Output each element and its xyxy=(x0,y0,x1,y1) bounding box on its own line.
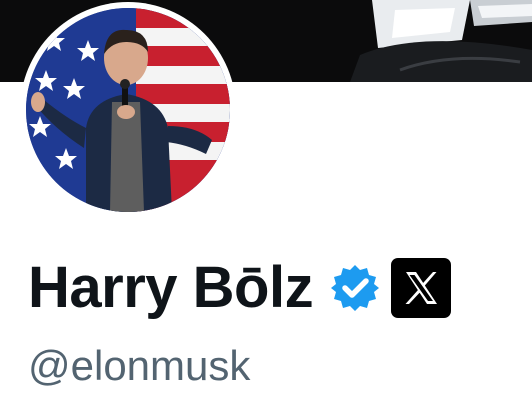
avatar-ring[interactable] xyxy=(20,2,236,218)
name-row: Harry Bōlz xyxy=(28,250,452,326)
avatar[interactable] xyxy=(26,8,230,212)
profile-handle: @elonmusk xyxy=(28,342,251,389)
verified-badge-icon[interactable] xyxy=(329,262,381,314)
profile-photo xyxy=(26,8,230,212)
display-name: Harry Bōlz xyxy=(28,255,314,320)
x-logo-icon[interactable] xyxy=(391,258,452,318)
profile-header: Harry Bōlz @elonmusk xyxy=(0,0,532,405)
